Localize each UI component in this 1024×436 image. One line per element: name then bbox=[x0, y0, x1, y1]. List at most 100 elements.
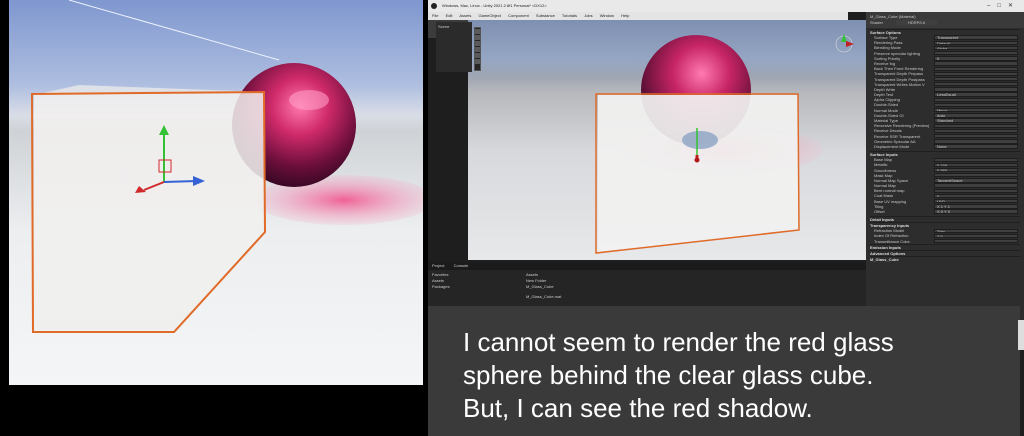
project-tree: Favorites Assets Packages bbox=[432, 272, 522, 290]
move-tool-icon[interactable] bbox=[475, 35, 480, 40]
inspector-row-label: Transmittance Color bbox=[874, 238, 910, 244]
inspector-row-value[interactable]: Default bbox=[934, 40, 1018, 45]
inspector-row-value[interactable] bbox=[934, 102, 1018, 108]
menu-component[interactable]: Component bbox=[508, 13, 529, 18]
menu-help[interactable]: Help bbox=[621, 13, 629, 18]
project-footer: M_Glass_Cube.mat bbox=[526, 294, 562, 299]
inspector-row: Offset X 0 Y 0 bbox=[870, 209, 1020, 214]
inspector-row-value[interactable]: X 0 Y 0 bbox=[934, 209, 1018, 214]
inspector-row-value[interactable]: LessEqual bbox=[934, 92, 1018, 97]
inspector-row-value[interactable]: 2.5 bbox=[934, 233, 1018, 239]
menu-file[interactable]: File bbox=[432, 13, 438, 18]
inspector-row-value[interactable] bbox=[934, 157, 1018, 162]
inspector-row-value[interactable]: Transparent bbox=[934, 35, 1018, 40]
inspector-row-value[interactable] bbox=[934, 128, 1018, 134]
caption-text: I cannot seem to render the red glass sp… bbox=[463, 327, 894, 423]
inspector-row-value[interactable] bbox=[934, 183, 1018, 188]
hierarchy-item[interactable]: Scene bbox=[438, 24, 470, 29]
inspector-row-value[interactable]: TangentSpace bbox=[934, 178, 1018, 183]
file-item-glass-cube[interactable]: M_Glass_Cube bbox=[526, 284, 856, 290]
window-titlebar: Windows, Mac, Linux - Unity 2021.2.8f1 P… bbox=[428, 0, 1024, 12]
rotate-tool-icon[interactable] bbox=[475, 41, 480, 46]
shader-label: Shader bbox=[870, 20, 883, 25]
hierarchy-panel: Scene bbox=[436, 22, 472, 72]
menu-assets[interactable]: Assets bbox=[459, 13, 471, 18]
inspector-row-value[interactable]: 0 bbox=[934, 193, 1018, 199]
sphere-highlight bbox=[289, 90, 329, 110]
inspector-row-value[interactable] bbox=[934, 87, 1018, 92]
inspector-row-value[interactable]: Alpha bbox=[934, 45, 1018, 51]
inspector-row-value[interactable] bbox=[934, 66, 1018, 71]
inspector-row: Transmittance Color bbox=[870, 239, 1020, 244]
inspector-row-value[interactable]: 0.988 bbox=[934, 167, 1018, 173]
menu-tutorials[interactable]: Tutorials bbox=[562, 13, 577, 18]
surface-inputs-section: Surface Inputs Base Map Metallic 0.198 Smoo… bbox=[866, 150, 1024, 215]
menu-window[interactable]: Window bbox=[600, 13, 614, 18]
inspector-header: M_Glass_Cube (Material) Shader HDRP/Lit bbox=[866, 12, 1024, 28]
inspector-row-label: Displacement Mode bbox=[874, 143, 910, 149]
inspector-row-value[interactable] bbox=[934, 133, 1018, 139]
scene-render-editor bbox=[595, 34, 854, 254]
rect-tool-icon[interactable] bbox=[475, 53, 480, 58]
transparency-rows: Refraction Model Thin Index Of Refraction 2… bbox=[870, 228, 1020, 244]
inspector-row-value[interactable]: Thin bbox=[934, 228, 1018, 233]
menu-edit[interactable]: Edit bbox=[446, 13, 453, 18]
project-tabs: Project Console bbox=[428, 262, 866, 270]
menu-substance[interactable]: Substance bbox=[536, 13, 555, 18]
tree-item-packages[interactable]: Packages bbox=[432, 284, 522, 290]
inspector-row-value[interactable]: UV0 bbox=[934, 199, 1018, 204]
inspector-row-value[interactable]: Mirror bbox=[934, 108, 1018, 113]
inspector-row: Displacement Mode None bbox=[870, 144, 1020, 149]
inspector-row-value[interactable] bbox=[934, 82, 1018, 87]
inspector-row-value[interactable] bbox=[934, 238, 1018, 244]
inspector-row-value[interactable] bbox=[934, 188, 1018, 194]
inspector-row-value[interactable]: 0 bbox=[934, 56, 1018, 61]
inspector-row-value[interactable] bbox=[934, 50, 1018, 56]
inspector-row-value[interactable] bbox=[934, 173, 1018, 178]
menu-jobs[interactable]: Jobs bbox=[584, 13, 592, 18]
scrollbar-strip[interactable] bbox=[1018, 320, 1024, 350]
inspector-row-value[interactable]: X 1 Y 1 bbox=[934, 204, 1018, 209]
inspector-footer-asset: M_Glass_Cube bbox=[870, 255, 1020, 262]
scene-viewport-left[interactable] bbox=[9, 0, 423, 385]
surface-inputs-rows: Base Map Metallic 0.198 Smoothness 0.988 Mask… bbox=[870, 157, 1020, 214]
menu-bar: File Edit Assets GameObject Component Su… bbox=[428, 12, 848, 20]
shader-row: Shader HDRP/Lit bbox=[870, 20, 1020, 26]
menu-gameobject[interactable]: GameObject bbox=[479, 13, 501, 18]
inspector-row-value[interactable] bbox=[934, 76, 1018, 82]
inspector-row-value[interactable] bbox=[934, 61, 1018, 66]
glass-cube-face bbox=[34, 92, 264, 330]
editor-gizmo-disc bbox=[682, 131, 718, 149]
inspector-panel: M_Glass_Cube (Material) Shader HDRP/Lit … bbox=[866, 12, 1024, 320]
surface-options-section: Surface Options Surface Type Transparent R… bbox=[866, 28, 1024, 150]
shader-dropdown[interactable]: HDRP/Lit bbox=[896, 20, 937, 25]
project-panel: Project Console Favorites Assets Package… bbox=[428, 262, 866, 306]
inspector-row-value[interactable]: None bbox=[934, 144, 1018, 149]
inspector-row-label: Offset bbox=[874, 209, 885, 214]
transform-tool-icon[interactable] bbox=[475, 59, 480, 64]
inspector-row-value[interactable] bbox=[934, 123, 1018, 128]
scale-tool-icon[interactable] bbox=[475, 47, 480, 52]
unity-logo-icon bbox=[431, 3, 437, 9]
inspector-row-value[interactable] bbox=[934, 97, 1018, 103]
tab-console[interactable]: Console bbox=[454, 263, 469, 268]
inspector-row-value[interactable]: 0.198 bbox=[934, 162, 1018, 168]
detail-inputs-section: Detail Inputs Transparency Inputs Refrac… bbox=[866, 215, 1024, 263]
window-controls[interactable]: –□✕ bbox=[987, 0, 1020, 12]
inspector-row-value[interactable] bbox=[934, 71, 1018, 77]
caption-box: I cannot seem to render the red glass sp… bbox=[428, 306, 1020, 436]
editor-gizmo-pivot[interactable] bbox=[694, 157, 700, 163]
scene-tools bbox=[474, 27, 481, 71]
inspector-row-value[interactable]: Auto bbox=[934, 113, 1018, 118]
scene-viewport-editor[interactable] bbox=[468, 20, 866, 260]
tab-project[interactable]: Project bbox=[432, 263, 444, 268]
window-title: Windows, Mac, Linux - Unity 2021.2.8f1 P… bbox=[442, 3, 547, 8]
light-ray bbox=[68, 0, 280, 61]
hand-tool-icon[interactable] bbox=[475, 29, 480, 34]
orientation-gizmo[interactable] bbox=[835, 34, 854, 53]
project-files: Assets New Folder M_Glass_Cube bbox=[526, 272, 856, 290]
inspector-row-value[interactable]: Standard bbox=[934, 118, 1018, 123]
gizmo-z-axis[interactable] bbox=[163, 180, 198, 183]
surface-options-rows: Surface Type Transparent Rendering Pass Def… bbox=[870, 35, 1020, 149]
inspector-row-value[interactable] bbox=[934, 139, 1018, 144]
